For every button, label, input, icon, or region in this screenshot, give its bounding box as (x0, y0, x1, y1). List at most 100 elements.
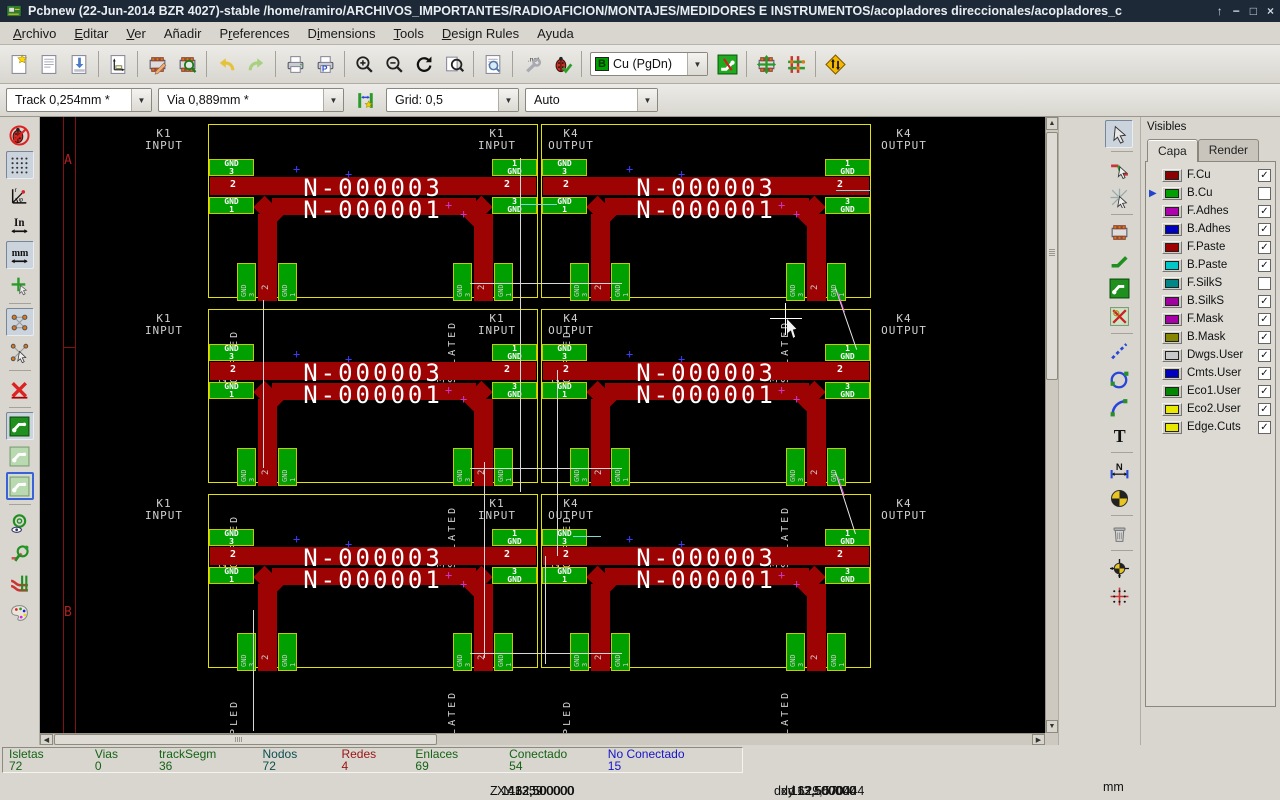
add-keepout-button[interactable] (1105, 302, 1133, 330)
new-board-button[interactable] (4, 49, 34, 79)
local-ratsnest-button[interactable] (1105, 183, 1133, 211)
grid-toggle-button[interactable] (6, 151, 34, 179)
ratsnest-module-button[interactable] (6, 338, 34, 366)
layer-row-b-paste[interactable]: B.Paste✓ (1148, 256, 1273, 274)
layer-color-swatch[interactable] (1162, 223, 1182, 236)
menu-ayuda[interactable]: Ayuda (528, 24, 583, 43)
select-tool-button[interactable] (1105, 120, 1133, 148)
grid-size-combo[interactable]: Grid: 0,5 ▼ (386, 88, 519, 112)
chevron-down-icon[interactable]: ▼ (637, 89, 657, 111)
layer-row-cmts-user[interactable]: Cmts.User✓ (1148, 364, 1273, 382)
delete-tool-button[interactable] (1105, 519, 1133, 547)
undo-button[interactable] (211, 49, 241, 79)
layer-color-swatch[interactable] (1162, 295, 1182, 308)
scroll-up-arrow[interactable]: ▲ (1046, 117, 1058, 130)
track-width-settings-button[interactable] (350, 85, 380, 115)
autodelete-off-button[interactable] (6, 375, 34, 403)
layer-row-f-cu[interactable]: F.Cu✓ (1148, 166, 1273, 184)
save-board-button[interactable] (64, 49, 94, 79)
layer-visibility-checkbox[interactable]: ✓ (1258, 367, 1271, 380)
minimize-button[interactable]: − (1233, 4, 1240, 18)
layer-row-b-mask[interactable]: B.Mask✓ (1148, 328, 1273, 346)
add-circle-button[interactable] (1105, 365, 1133, 393)
grid-origin-button[interactable] (1105, 582, 1133, 610)
autoroute-mode-button[interactable] (781, 49, 811, 79)
scroll-down-arrow[interactable]: ▼ (1046, 720, 1058, 733)
page-settings-button[interactable] (103, 49, 133, 79)
vertical-scroll-thumb[interactable] (1046, 132, 1058, 380)
layer-select-combo[interactable]: BCu (PgDn)▼ (590, 52, 708, 76)
drill-origin-button[interactable] (1105, 554, 1133, 582)
redo-button[interactable] (241, 49, 271, 79)
chevron-down-icon[interactable]: ▼ (323, 89, 343, 111)
layer-color-swatch[interactable] (1162, 259, 1182, 272)
print-button[interactable] (280, 49, 310, 79)
ratsnest-general-button[interactable] (6, 308, 34, 336)
menu-tools[interactable]: Tools (384, 24, 432, 43)
highlight-net-button[interactable] (1105, 155, 1133, 183)
netlist-button[interactable]: .net (517, 49, 547, 79)
polar-coords-button[interactable]: φr (6, 181, 34, 209)
layer-row-f-mask[interactable]: F.Mask✓ (1148, 310, 1273, 328)
layer-color-swatch[interactable] (1162, 205, 1182, 218)
menu-archivo[interactable]: Archivo (4, 24, 65, 43)
layer-visibility-checkbox[interactable]: ✓ (1258, 223, 1271, 236)
layer-visibility-checkbox[interactable]: ✓ (1258, 421, 1271, 434)
show-vias-button[interactable] (6, 509, 34, 537)
add-arc-button[interactable] (1105, 393, 1133, 421)
add-text-button[interactable]: T (1105, 421, 1133, 449)
tab-render[interactable]: Render (1198, 139, 1259, 161)
layer-row-b-adhes[interactable]: B.Adhes✓ (1148, 220, 1273, 238)
open-board-button[interactable] (34, 49, 64, 79)
layer-row-f-adhes[interactable]: F.Adhes✓ (1148, 202, 1273, 220)
add-dimension-button[interactable]: N (1105, 456, 1133, 484)
layer-color-swatch[interactable] (1162, 187, 1182, 200)
close-button[interactable]: × (1267, 4, 1274, 18)
chevron-down-icon[interactable]: ▼ (498, 89, 518, 111)
layer-color-swatch[interactable] (1162, 169, 1182, 182)
menu-editar[interactable]: Editar (65, 24, 117, 43)
layer-row-eco1-user[interactable]: Eco1.User✓ (1148, 382, 1273, 400)
menu-ver[interactable]: Ver (117, 24, 155, 43)
layer-visibility-checkbox[interactable]: ✓ (1258, 313, 1271, 326)
layer-visibility-checkbox[interactable]: ✓ (1258, 169, 1271, 182)
chevron-down-icon[interactable]: ▼ (131, 89, 151, 111)
maximize-button[interactable]: □ (1250, 4, 1257, 18)
menu-añadir[interactable]: Añadir (155, 24, 211, 43)
zoom-out-button[interactable] (379, 49, 409, 79)
find-button[interactable] (478, 49, 508, 79)
show-tracks-button[interactable] (6, 539, 34, 567)
drc-button[interactable] (547, 49, 577, 79)
layer-visibility-checkbox[interactable]: ✓ (1258, 205, 1271, 218)
layer-color-swatch[interactable] (1162, 385, 1182, 398)
plot-button[interactable]: P (310, 49, 340, 79)
horizontal-scrollbar[interactable]: ◀ ▶ (40, 733, 1045, 745)
layer-color-swatch[interactable] (1162, 331, 1182, 344)
via-size-combo[interactable]: Via 0,889mm * ▼ (158, 88, 344, 112)
add-footprint-button[interactable] (1105, 218, 1133, 246)
add-line-button[interactable] (1105, 337, 1133, 365)
zoom-in-button[interactable] (349, 49, 379, 79)
add-zone-button[interactable] (1105, 274, 1133, 302)
layer-color-swatch[interactable] (1162, 277, 1182, 290)
layer-visibility-checkbox[interactable]: ✓ (1258, 403, 1271, 416)
vertical-scrollbar[interactable]: ▲ ▼ (1045, 117, 1058, 733)
mode-track-button[interactable] (712, 49, 742, 79)
layer-row-edge-cuts[interactable]: Edge.Cuts✓ (1148, 418, 1273, 436)
layer-row-dwgs-user[interactable]: Dwgs.User✓ (1148, 346, 1273, 364)
freeroute-button[interactable] (820, 49, 850, 79)
layer-color-swatch[interactable] (1162, 367, 1182, 380)
layer-row-eco2-user[interactable]: Eco2.User✓ (1148, 400, 1273, 418)
layer-color-swatch[interactable] (1162, 313, 1182, 326)
layer-row-b-silks[interactable]: B.SilkS✓ (1148, 292, 1273, 310)
zones-sketch-button[interactable] (6, 472, 34, 500)
menu-design-rules[interactable]: Design Rules (433, 24, 528, 43)
layer-visibility-checkbox[interactable]: ✓ (1258, 331, 1271, 344)
scroll-right-arrow[interactable]: ▶ (1032, 734, 1045, 745)
layer-row-f-silks[interactable]: F.SilkS (1148, 274, 1273, 292)
zoom-fit-button[interactable] (439, 49, 469, 79)
layer-row-b-cu[interactable]: ▶B.Cu (1148, 184, 1273, 202)
drc-off-button[interactable] (6, 121, 34, 149)
layer-visibility-checkbox[interactable]: ✓ (1258, 241, 1271, 254)
layer-visibility-checkbox[interactable] (1258, 277, 1271, 290)
